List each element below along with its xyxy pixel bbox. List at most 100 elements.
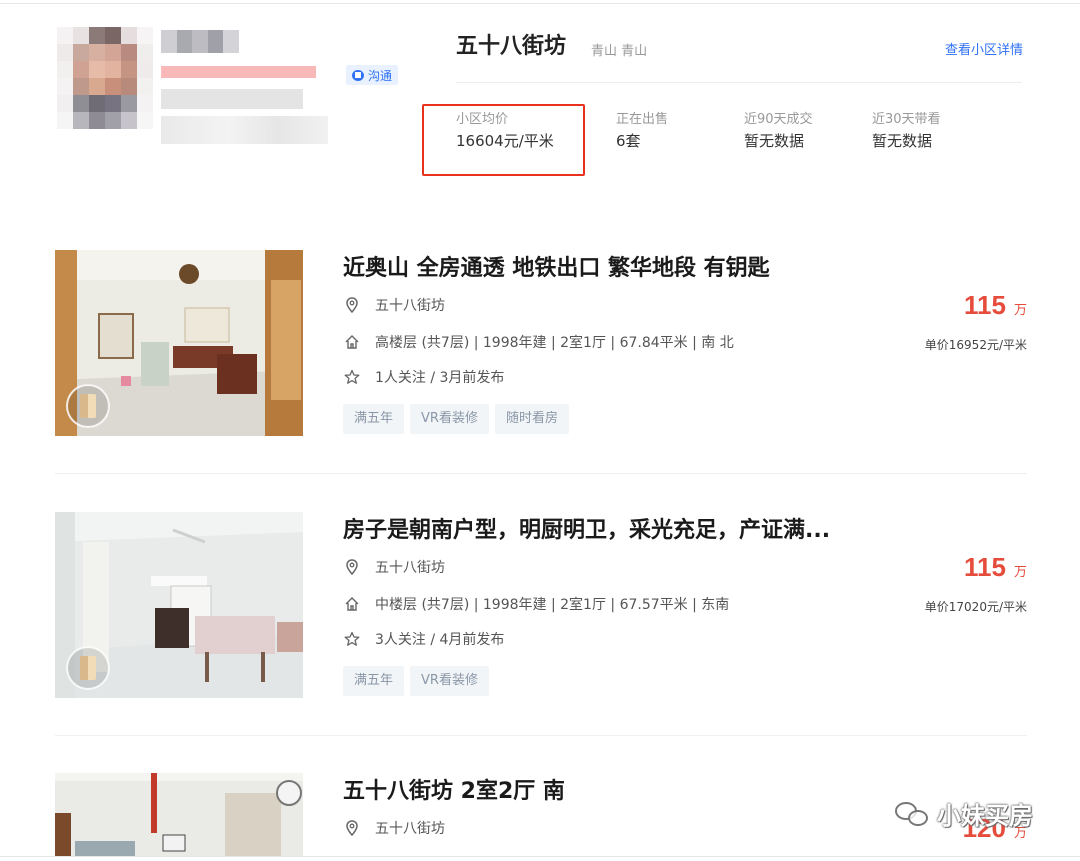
stat-label: 正在出售 xyxy=(616,112,669,127)
agent-avatar[interactable] xyxy=(57,27,153,129)
avatar-pixel xyxy=(105,44,121,61)
wechat-watermark: 小妹买房 xyxy=(895,796,1033,831)
avatar-pixel xyxy=(73,95,89,112)
map-pin-icon xyxy=(343,558,361,576)
tag[interactable]: 随时看房 xyxy=(494,404,569,434)
avatar-pixel xyxy=(57,27,73,44)
vr-360-icon[interactable] xyxy=(66,384,110,428)
avatar-pixel xyxy=(137,112,153,129)
tag[interactable]: VR看装修 xyxy=(410,666,489,696)
listing-divider xyxy=(55,473,1027,474)
avatar-pixel xyxy=(89,61,105,78)
avatar-pixel xyxy=(89,112,105,129)
listing-title[interactable]: 房子是朝南户型，明厨明卫，采光充足，产证满... xyxy=(343,512,830,544)
listing-divider xyxy=(55,735,1027,736)
price-unit: 万 xyxy=(1013,565,1027,580)
listing-info: 中楼层 (共7层) | 1998年建 | 2室1厅 | 67.57平米 | 东南 xyxy=(375,597,730,613)
wechat-icon xyxy=(895,800,931,828)
avatar-pixel xyxy=(73,61,89,78)
avatar-pixel xyxy=(137,61,153,78)
house-icon xyxy=(343,595,361,613)
community-name: 五十八街坊 xyxy=(456,34,567,59)
stat-90d-deals: 近90天成交 暂无数据 xyxy=(744,112,813,150)
community-district: 青山 青山 xyxy=(591,44,648,59)
avatar-pixel xyxy=(137,27,153,44)
chat-bubble-icon xyxy=(352,69,364,81)
tag[interactable]: 满五年 xyxy=(343,404,405,434)
tag[interactable]: 满五年 xyxy=(343,666,405,696)
listing-community[interactable]: 五十八街坊 xyxy=(375,818,445,838)
avatar-pixel xyxy=(137,95,153,112)
listing-follow-row: 3人关注 / 4月前发布 xyxy=(343,629,504,649)
avatar-pixel xyxy=(57,44,73,61)
stat-label: 近30天带看 xyxy=(872,112,941,127)
avatar-pixel xyxy=(89,95,105,112)
map-pin-icon xyxy=(343,296,361,314)
avatar-pixel xyxy=(89,44,105,61)
listing-community-row: 五十八街坊 xyxy=(343,295,445,315)
avatar-pixel xyxy=(73,44,89,61)
agent-info-blurred xyxy=(161,89,303,109)
star-outline-icon xyxy=(343,630,361,648)
avatar-pixel xyxy=(73,112,89,129)
agent-name-blurred xyxy=(161,30,239,53)
listing-follow: 1人关注 / 3月前发布 xyxy=(375,370,505,386)
avatar-pixel xyxy=(137,44,153,61)
listing-follow: 3人关注 / 4月前发布 xyxy=(375,632,505,648)
price-unit: 万 xyxy=(1013,303,1027,318)
room-photo xyxy=(55,773,303,857)
map-pin-icon xyxy=(343,819,361,837)
stat-label: 近90天成交 xyxy=(744,112,813,127)
stat-30d-viewings: 近30天带看 暂无数据 xyxy=(872,112,941,150)
bottom-divider xyxy=(0,856,1080,857)
agent-phone-blurred xyxy=(161,116,328,144)
chat-button[interactable]: 沟通 xyxy=(346,65,399,85)
listing-info: 高楼层 (共7层) | 1998年建 | 2室1厅 | 67.84平米 | 南 … xyxy=(375,335,734,351)
tag[interactable]: VR看装修 xyxy=(410,404,489,434)
listing-photo[interactable] xyxy=(55,512,303,698)
unit-price: 单价17020元/平米 xyxy=(924,600,1027,614)
chat-button-label: 沟通 xyxy=(368,68,393,83)
top-divider xyxy=(0,3,1080,4)
stat-on-sale: 正在出售 6套 xyxy=(616,112,668,150)
avatar-pixel xyxy=(57,112,73,129)
avatar-pixel xyxy=(105,78,121,95)
avatar-pixel xyxy=(121,78,137,95)
avatar-pixel xyxy=(73,78,89,95)
avatar-pixel xyxy=(121,27,137,44)
stat-value: 暂无数据 xyxy=(872,132,933,150)
listing-title[interactable]: 近奥山 全房通透 地铁出口 繁华地段 有钥匙 xyxy=(343,250,770,282)
star-outline-icon xyxy=(343,368,361,386)
avatar-pixel xyxy=(105,27,121,44)
avatar-pixel xyxy=(121,44,137,61)
avatar-pixel xyxy=(89,78,105,95)
avatar-pixel xyxy=(121,112,137,129)
avatar-pixel xyxy=(105,95,121,112)
avatar-pixel xyxy=(121,95,137,112)
listing-info-row: 高楼层 (共7层) | 1998年建 | 2室1厅 | 67.84平米 | 南 … xyxy=(343,332,734,352)
total-price: 115 xyxy=(964,290,1006,320)
listing-tags: 满五年 VR看装修 xyxy=(343,666,489,696)
listing-community[interactable]: 五十八街坊 xyxy=(375,557,445,577)
avatar-pixel xyxy=(73,27,89,44)
community-detail-link[interactable]: 查看小区详情 xyxy=(945,39,1023,58)
house-icon xyxy=(343,333,361,351)
listing-title[interactable]: 五十八街坊 2室2厅 南 xyxy=(343,773,565,805)
watermark-text: 小妹买房 xyxy=(937,802,1033,830)
avatar-pixel xyxy=(105,61,121,78)
avatar-pixel xyxy=(105,112,121,129)
listing-photo[interactable] xyxy=(55,250,303,436)
avatar-pixel xyxy=(57,78,73,95)
listing-info-row: 中楼层 (共7层) | 1998年建 | 2室1厅 | 67.57平米 | 东南 xyxy=(343,594,729,614)
avatar-pixel xyxy=(89,27,105,44)
vr-360-icon[interactable] xyxy=(66,646,110,690)
listing-price: 115 万 xyxy=(964,552,1027,583)
listing-photo[interactable] xyxy=(55,773,303,857)
listing-follow-row: 1人关注 / 3月前发布 xyxy=(343,367,504,387)
total-price: 115 xyxy=(964,552,1006,582)
avatar-pixel xyxy=(57,61,73,78)
stat-value: 6套 xyxy=(616,132,641,150)
avatar-pixel xyxy=(121,61,137,78)
listing-community[interactable]: 五十八街坊 xyxy=(375,295,445,315)
listing-price: 115 万 xyxy=(964,290,1027,321)
